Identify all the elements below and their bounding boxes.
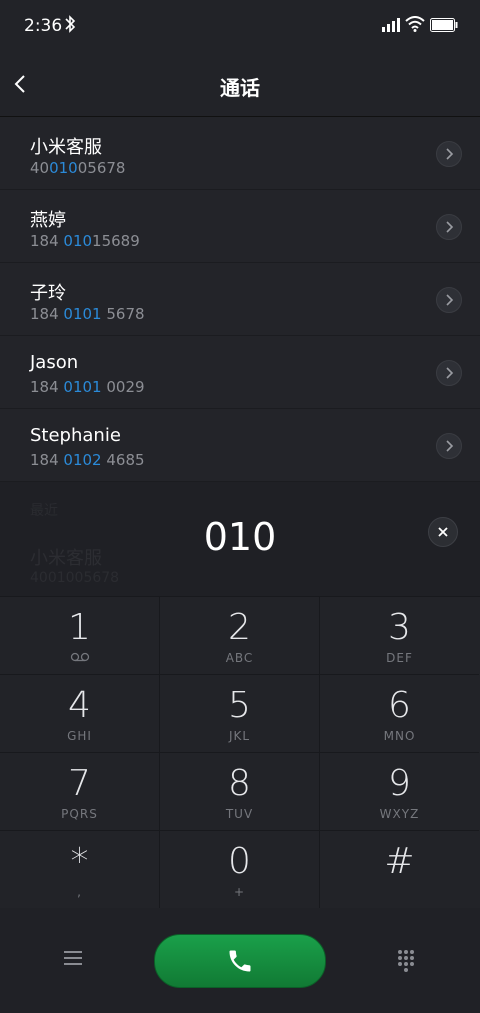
contact-row[interactable]: 燕婷 184 01015689 bbox=[0, 190, 480, 263]
contact-row[interactable]: 子玲 184 0101 5678 bbox=[0, 263, 480, 336]
dialpad-icon[interactable] bbox=[396, 948, 416, 974]
signal-icon bbox=[382, 18, 400, 32]
chevron-right-icon[interactable] bbox=[436, 287, 462, 313]
bottom-bar bbox=[0, 908, 480, 1013]
status-bar: 2:36 bbox=[0, 0, 480, 52]
key-9[interactable]: 9 WXYZ bbox=[320, 753, 479, 831]
contact-name: 燕婷 bbox=[30, 210, 66, 231]
key-8[interactable]: 8 TUV bbox=[160, 753, 320, 831]
menu-icon[interactable] bbox=[62, 948, 84, 968]
chevron-right-icon[interactable] bbox=[436, 141, 462, 167]
key-0[interactable]: 0 + bbox=[160, 831, 320, 908]
key-7[interactable]: 7 PQRS bbox=[0, 753, 160, 831]
key-4[interactable]: 4 GHI bbox=[0, 675, 160, 753]
page-title: 通话 bbox=[220, 76, 260, 100]
chevron-right-icon[interactable] bbox=[436, 360, 462, 386]
contact-list: 小米客服 4001005678 燕婷 184 01015689 子玲 184 0… bbox=[0, 117, 480, 482]
contact-name: Stephanie bbox=[30, 425, 121, 446]
chevron-right-icon[interactable] bbox=[436, 433, 462, 459]
clear-button[interactable] bbox=[428, 517, 458, 547]
keypad: 1 2 ABC 3 DEF 4 GHI 5 JKL 6 MNO 7 PQRS 8… bbox=[0, 596, 480, 909]
chevron-right-icon[interactable] bbox=[436, 214, 462, 240]
contact-row[interactable]: Jason 184 0101 0029 bbox=[0, 336, 480, 409]
contact-name: 子玲 bbox=[30, 283, 66, 304]
wifi-icon bbox=[405, 16, 425, 32]
key-3[interactable]: 3 DEF bbox=[320, 597, 479, 675]
contact-number: 184 01015689 bbox=[30, 232, 140, 250]
key-6[interactable]: 6 MNO bbox=[320, 675, 479, 753]
voicemail-icon bbox=[70, 652, 90, 662]
call-button[interactable] bbox=[154, 934, 326, 988]
key-star[interactable]: * , bbox=[0, 831, 160, 908]
key-5[interactable]: 5 JKL bbox=[160, 675, 320, 753]
header: 通话 bbox=[0, 52, 480, 117]
contact-number: 184 0101 5678 bbox=[30, 305, 145, 323]
key-hash[interactable]: # bbox=[320, 831, 479, 908]
status-time: 2:36 bbox=[24, 16, 63, 36]
recent-number: 4001005678 bbox=[30, 570, 120, 586]
phone-icon bbox=[229, 950, 251, 972]
key-2[interactable]: 2 ABC bbox=[160, 597, 320, 675]
contact-row[interactable]: 小米客服 4001005678 bbox=[0, 117, 480, 190]
bluetooth-icon bbox=[65, 15, 76, 33]
contact-name: 小米客服 bbox=[30, 137, 102, 158]
contact-row[interactable]: Stephanie 184 0102 4685 bbox=[0, 409, 480, 482]
contact-number: 184 0101 0029 bbox=[30, 378, 145, 396]
contact-number: 184 0102 4685 bbox=[30, 451, 145, 469]
battery-icon bbox=[430, 18, 458, 32]
contact-number: 4001005678 bbox=[30, 159, 126, 177]
dialed-number: 010 bbox=[203, 515, 277, 559]
key-1[interactable]: 1 bbox=[0, 597, 160, 675]
contact-name: Jason bbox=[30, 352, 79, 373]
